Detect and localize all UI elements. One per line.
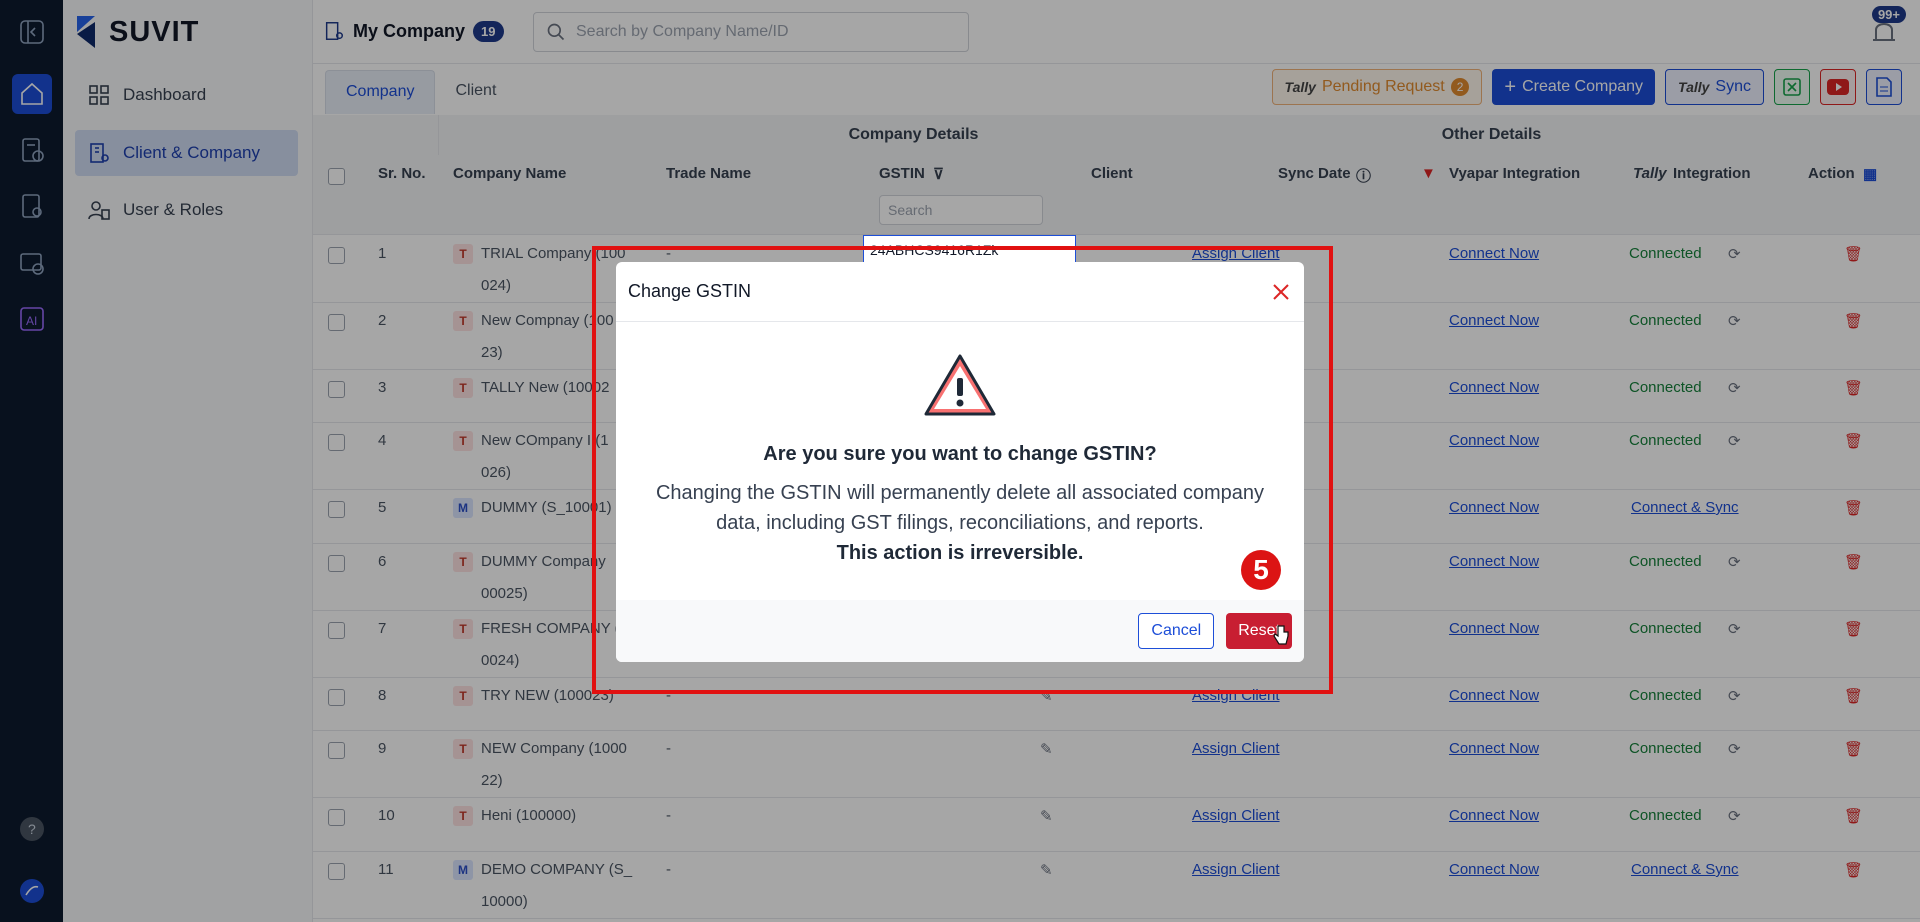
dialog-message: Changing the GSTIN will permanently dele… bbox=[655, 482, 1265, 534]
dialog-title: Change GSTIN bbox=[628, 281, 752, 301]
dialog-question: Are you sure you want to change GSTIN? bbox=[763, 443, 1157, 465]
cancel-button[interactable]: Cancel bbox=[1138, 613, 1215, 649]
warning-icon bbox=[924, 354, 996, 416]
dialog-warning: This action is irreversible. bbox=[836, 542, 1084, 564]
change-gstin-dialog: Change GSTIN Are you sure you want to ch… bbox=[616, 262, 1304, 662]
close-icon[interactable] bbox=[1270, 281, 1292, 303]
cursor-hand-icon bbox=[1273, 625, 1289, 645]
step-marker: 5 bbox=[1237, 546, 1285, 594]
step-number: 5 bbox=[1241, 550, 1281, 590]
